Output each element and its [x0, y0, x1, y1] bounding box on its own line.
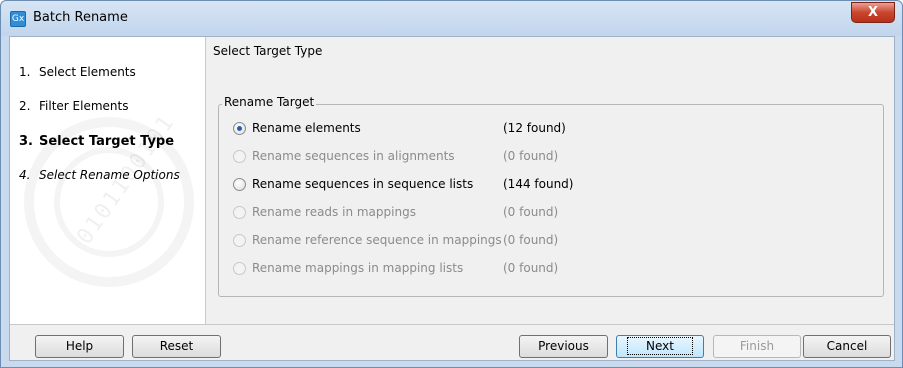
radio-button-disabled — [233, 234, 246, 247]
option-label: Rename reads in mappings — [252, 205, 416, 219]
content-title: Select Target Type — [213, 44, 323, 58]
wizard-steps-panel: 0101100101 1. Select Elements 2. Filter El… — [10, 37, 206, 324]
radio-button-checked[interactable] — [233, 122, 246, 135]
help-button[interactable]: Help — [35, 335, 124, 358]
dialog-body: 0101100101 1. Select Elements 2. Filter El… — [9, 36, 895, 361]
radio-button-disabled — [233, 206, 246, 219]
option-count: (0 found) — [503, 261, 559, 275]
window-title: Batch Rename — [33, 10, 128, 25]
step-content: Select Target Type Rename Target Rename … — [207, 37, 894, 324]
step-number: 2. — [19, 99, 31, 113]
step-label: Select Elements — [39, 65, 136, 79]
option-count: (0 found) — [503, 205, 559, 219]
step-label: Select Target Type — [39, 134, 175, 149]
button-bar: Help Reset Previous Next Finish Cancel — [10, 324, 894, 360]
radio-button[interactable] — [233, 178, 246, 191]
radio-button-disabled — [233, 262, 246, 275]
option-count: (12 found) — [503, 121, 566, 135]
option-count: (144 found) — [503, 177, 574, 191]
option-count: (0 found) — [503, 149, 559, 163]
step-label: Filter Elements — [39, 99, 129, 113]
option-label: Rename reference sequence in mappings — [252, 233, 502, 247]
radio-button-disabled — [233, 150, 246, 163]
option-label: Rename sequences in alignments — [252, 149, 455, 163]
close-button[interactable]: X — [851, 2, 895, 23]
option-label: Rename elements — [252, 121, 361, 135]
app-icon: Gx — [10, 11, 26, 27]
next-button-label: Next — [627, 337, 693, 355]
finish-button: Finish — [713, 335, 801, 358]
next-button[interactable]: Next — [616, 335, 704, 358]
reset-button[interactable]: Reset — [132, 335, 221, 358]
option-count: (0 found) — [503, 233, 559, 247]
step-number: 1. — [19, 65, 31, 79]
option-label: Rename sequences in sequence lists — [252, 177, 474, 191]
option-label: Rename mappings in mapping lists — [252, 261, 464, 275]
step-number: 3. — [19, 134, 33, 149]
step-select-target-type: 3. Select Target Type — [19, 134, 174, 149]
rename-target-group-title: Rename Target — [222, 95, 317, 109]
step-select-rename-options: 4. Select Rename Options — [19, 168, 180, 182]
step-filter-elements: 2. Filter Elements — [19, 99, 128, 113]
batch-rename-dialog: Gx Batch Rename X 0101100101 1. Select El… — [0, 0, 903, 368]
cancel-button[interactable]: Cancel — [803, 335, 891, 358]
step-select-elements: 1. Select Elements — [19, 65, 136, 79]
title-bar: Gx Batch Rename X — [1, 1, 902, 36]
step-label: Select Rename Options — [39, 168, 180, 182]
step-number: 4. — [19, 168, 31, 182]
previous-button[interactable]: Previous — [519, 335, 608, 358]
